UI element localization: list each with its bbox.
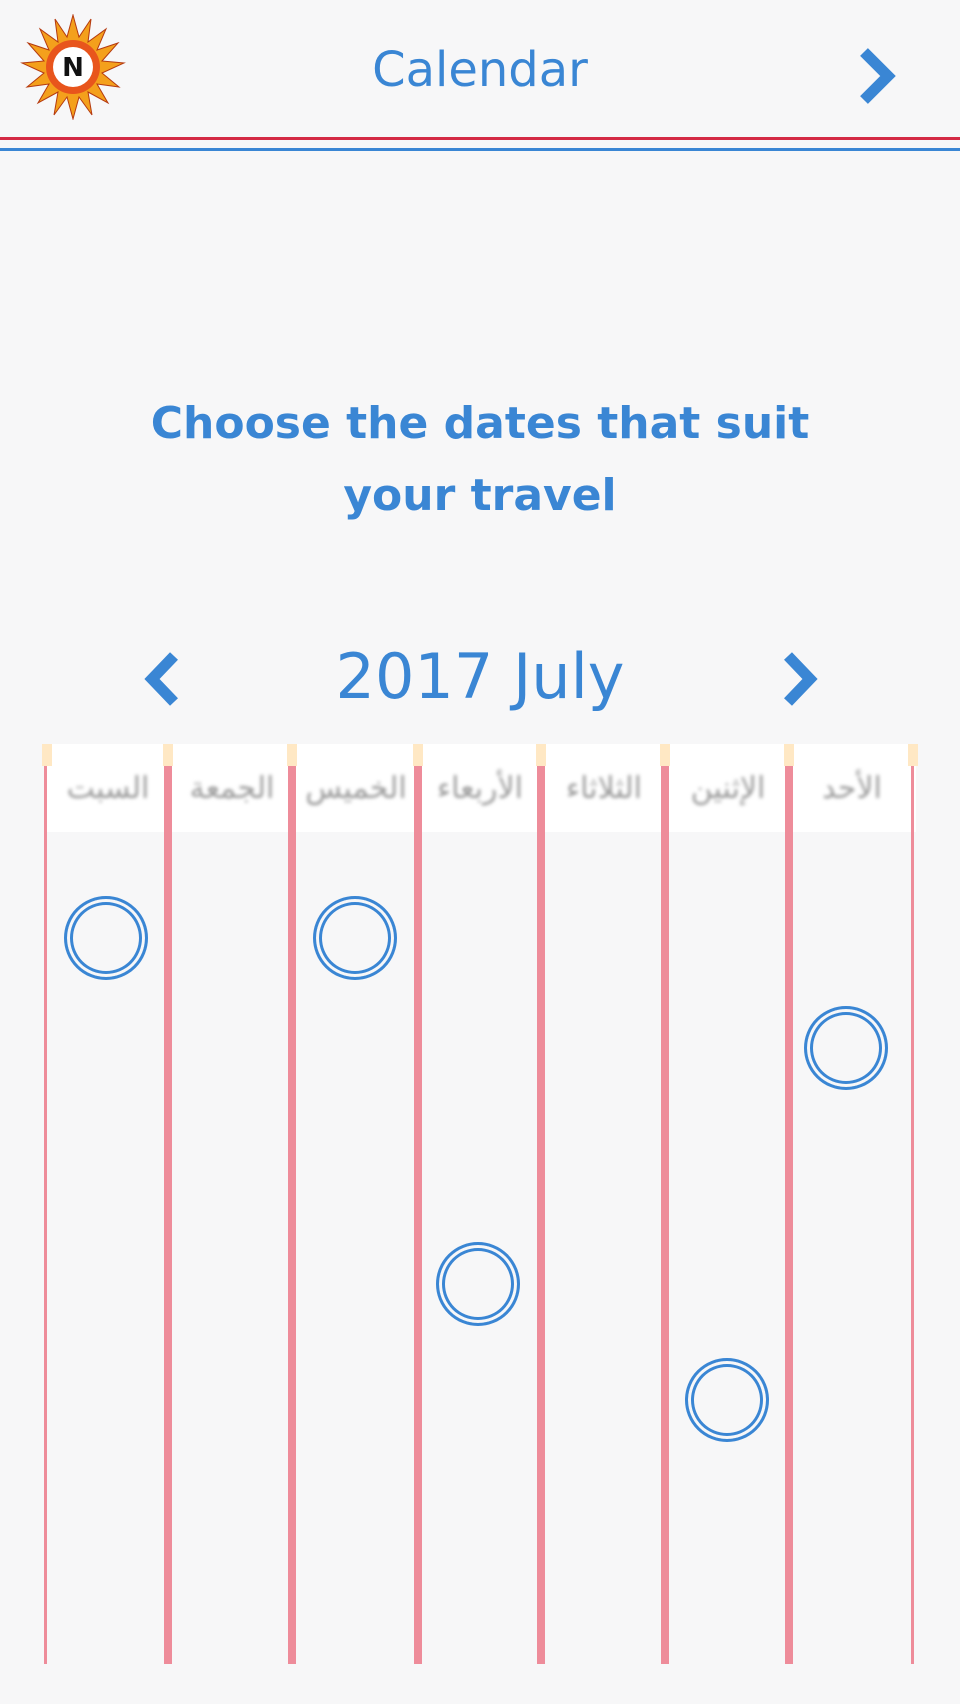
header-divider-blue	[0, 148, 960, 151]
column-divider	[537, 766, 545, 1664]
date-selector[interactable]	[64, 896, 148, 980]
column-header-tint	[536, 744, 546, 766]
column-header-tint	[42, 744, 52, 766]
weekday-tuesday: الثلاثاء	[565, 770, 643, 806]
date-selector[interactable]	[313, 896, 397, 980]
calendar-grid: السبت الجمعة الخميس الأربعاء الثلاثاء ال…	[42, 744, 918, 1664]
date-selector[interactable]	[685, 1358, 769, 1442]
chevron-right-icon[interactable]	[854, 46, 902, 106]
weekday-sunday: الأحد	[822, 770, 882, 806]
column-header-tint	[784, 744, 794, 766]
date-selector[interactable]	[436, 1242, 520, 1326]
instruction-headline: Choose the dates that suit your travel	[150, 398, 810, 521]
weekday-monday: الإثنين	[690, 770, 766, 806]
column-divider	[661, 766, 669, 1664]
app-header: N Calendar	[0, 0, 960, 138]
column-header-tint	[660, 744, 670, 766]
column-divider	[44, 766, 47, 1664]
month-navigation: 2017 July	[0, 630, 960, 720]
chevron-right-icon[interactable]	[778, 650, 822, 708]
column-divider	[164, 766, 172, 1664]
column-header-tint	[163, 744, 173, 766]
column-divider	[414, 766, 422, 1664]
column-divider	[785, 766, 793, 1664]
column-divider	[288, 766, 296, 1664]
date-selector[interactable]	[804, 1006, 888, 1090]
weekday-thursday: الخميس	[305, 770, 407, 806]
header-divider-red	[0, 137, 960, 140]
weekday-saturday: السبت	[66, 770, 150, 806]
weekday-wednesday: الأربعاء	[436, 770, 523, 806]
column-divider	[911, 766, 914, 1664]
page-title: Calendar	[372, 42, 588, 98]
column-header-tint	[287, 744, 297, 766]
column-header-tint	[908, 744, 918, 766]
column-header-tint	[413, 744, 423, 766]
weekday-friday: الجمعة	[189, 770, 275, 806]
